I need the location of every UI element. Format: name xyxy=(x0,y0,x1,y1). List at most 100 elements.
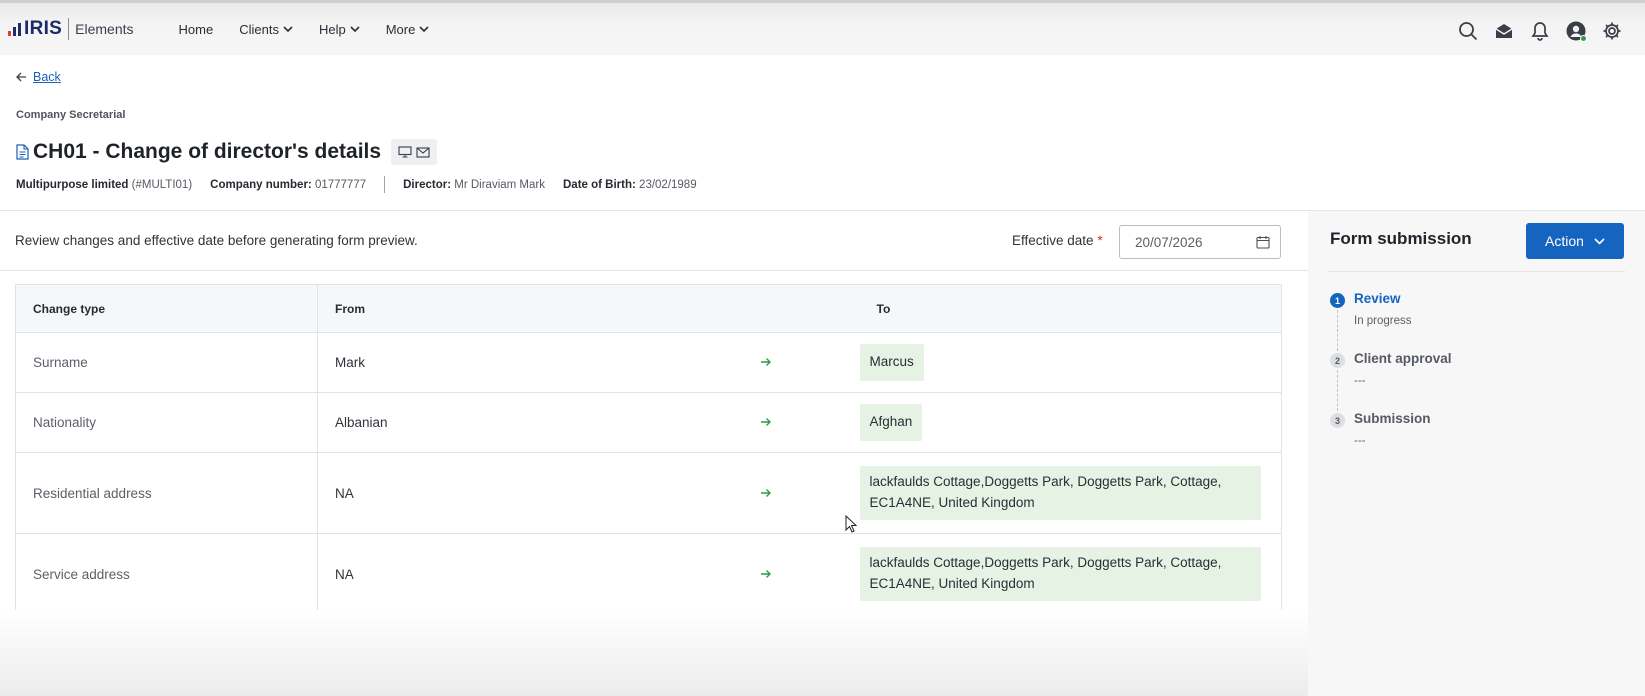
column-header-change-type: Change type xyxy=(15,284,318,333)
chevron-down-icon xyxy=(419,25,429,32)
nav-item-label: Clients xyxy=(239,21,279,37)
back-link-label[interactable]: Back xyxy=(33,70,61,84)
nav-item-label: More xyxy=(385,21,416,37)
change-type-cell: Residential address xyxy=(15,452,318,534)
calendar-icon[interactable] xyxy=(1256,235,1270,249)
section-label: Company Secretarial xyxy=(16,109,126,121)
logo-product: Elements xyxy=(75,21,134,37)
new-value-chip: Afghan xyxy=(859,404,923,441)
step-status: In progress xyxy=(1354,315,1412,327)
title-row: CH01 - Change of director's details xyxy=(16,139,438,165)
effective-date-label-text: Effective date xyxy=(1012,233,1094,248)
step-connector xyxy=(1337,310,1338,351)
mouse-cursor-icon xyxy=(845,515,857,533)
new-value-chip: Marcus xyxy=(859,344,924,381)
action-button[interactable]: Action xyxy=(1526,223,1624,259)
from-cell: NA xyxy=(317,452,760,534)
iris-logo[interactable]: IRIS Elements xyxy=(8,17,134,41)
from-cell: Albanian xyxy=(317,392,760,453)
preview-toggle-group xyxy=(391,139,438,165)
nav-item-label: Home xyxy=(178,21,214,37)
nav-item-more[interactable]: More xyxy=(386,22,430,37)
inbox-icon[interactable] xyxy=(1493,20,1515,42)
nav-icon-group xyxy=(1457,20,1623,42)
bottom-fade xyxy=(0,610,1308,696)
change-type-cell: Nationality xyxy=(15,392,318,453)
change-type-cell: Surname xyxy=(15,332,318,393)
step-title: Submission xyxy=(1354,411,1431,426)
nav-item-clients[interactable]: Clients xyxy=(239,22,293,37)
presence-dot xyxy=(1580,35,1587,42)
step-title: Review xyxy=(1354,291,1401,306)
panel-divider xyxy=(1328,271,1625,272)
company-info: Multipurpose limited (#MULTI01) xyxy=(16,179,192,191)
company-name: Multipurpose limited xyxy=(16,178,129,191)
arrow-right-icon xyxy=(759,332,860,393)
company-number-value: 01777777 xyxy=(314,178,367,191)
to-cell: Afghan xyxy=(859,392,1282,453)
step-title: Client approval xyxy=(1354,351,1452,366)
step-connector xyxy=(1337,370,1338,411)
step-number: 2 xyxy=(1330,353,1345,368)
chevron-down-icon xyxy=(283,25,293,32)
effective-date-label: Effective date * xyxy=(1012,233,1103,248)
effective-date-field[interactable] xyxy=(1119,225,1281,259)
step-status: --- xyxy=(1354,435,1366,447)
action-button-label: Action xyxy=(1545,233,1584,249)
company-number-label: Company number: xyxy=(210,178,312,191)
company-meta: Multipurpose limited (#MULTI01) Company … xyxy=(16,176,715,193)
user-avatar-icon[interactable] xyxy=(1565,20,1587,42)
chevron-down-icon xyxy=(1594,237,1605,245)
table-row: Nationality Albanian Afghan xyxy=(15,392,1282,453)
arrow-left-icon xyxy=(16,72,26,82)
logo-brand: IRIS xyxy=(24,18,63,39)
table-row: Residential address NA lackfaulds Cottag… xyxy=(15,452,1282,534)
monitor-icon[interactable] xyxy=(398,146,412,158)
dob-value: 23/02/1989 xyxy=(639,178,697,191)
back-link[interactable]: Back xyxy=(16,70,61,84)
search-icon[interactable] xyxy=(1457,20,1479,42)
page-title: CH01 - Change of director's details xyxy=(33,140,382,163)
mail-icon[interactable] xyxy=(416,146,430,158)
main-divider xyxy=(0,270,1308,271)
logo-separator xyxy=(68,18,70,40)
to-cell: Marcus xyxy=(859,332,1282,393)
to-cell: lackfaulds Cottage,Doggetts Park, Dogget… xyxy=(859,533,1282,615)
bell-icon[interactable] xyxy=(1529,20,1551,42)
from-cell: Mark xyxy=(317,332,760,393)
meta-divider xyxy=(384,176,386,193)
gear-icon[interactable] xyxy=(1601,20,1623,42)
changes-table: Change type From To Surname Mark Marcus … xyxy=(15,284,1282,615)
arrow-right-icon xyxy=(759,533,860,615)
director-value: Mr Diraviam Mark xyxy=(454,178,545,191)
logo-bars-icon xyxy=(8,22,21,36)
step-number: 3 xyxy=(1330,413,1345,428)
effective-date-input[interactable] xyxy=(1135,234,1245,250)
nav-item-help[interactable]: Help xyxy=(319,22,360,37)
nav-item-home[interactable]: Home xyxy=(179,22,214,37)
panel-title: Form submission xyxy=(1330,229,1472,248)
step-status: --- xyxy=(1354,375,1366,387)
director-label: Director: xyxy=(403,178,452,191)
from-cell: NA xyxy=(317,533,760,615)
dob-info: Date of Birth: 23/02/1989 xyxy=(563,179,697,191)
nav-item-label: Help xyxy=(318,21,346,37)
chevron-down-icon xyxy=(350,25,360,32)
required-mark: * xyxy=(1097,233,1103,248)
new-value-chip: lackfaulds Cottage,Doggetts Park, Dogget… xyxy=(859,466,1261,520)
change-type-cell: Service address xyxy=(15,533,318,615)
new-value-chip: lackfaulds Cottage,Doggetts Park, Dogget… xyxy=(859,547,1261,601)
step-number: 1 xyxy=(1330,293,1345,308)
table-row: Service address NA lackfaulds Cottage,Do… xyxy=(15,533,1282,615)
company-code: (#MULTI01) xyxy=(131,178,193,191)
director-info: Director: Mr Diraviam Mark xyxy=(403,179,545,191)
column-header-to: To xyxy=(859,284,1282,333)
nav-menu: Home Clients Help More xyxy=(179,22,456,37)
review-instruction: Review changes and effective date before… xyxy=(15,233,418,248)
arrow-right-icon xyxy=(759,392,860,453)
column-header-from: From xyxy=(317,284,860,333)
table-row: Surname Mark Marcus xyxy=(15,332,1282,393)
to-cell: lackfaulds Cottage,Doggetts Park, Dogget… xyxy=(859,452,1282,534)
dob-label: Date of Birth: xyxy=(563,178,636,191)
top-navigation: IRIS Elements Home Clients Help More xyxy=(0,0,1645,55)
